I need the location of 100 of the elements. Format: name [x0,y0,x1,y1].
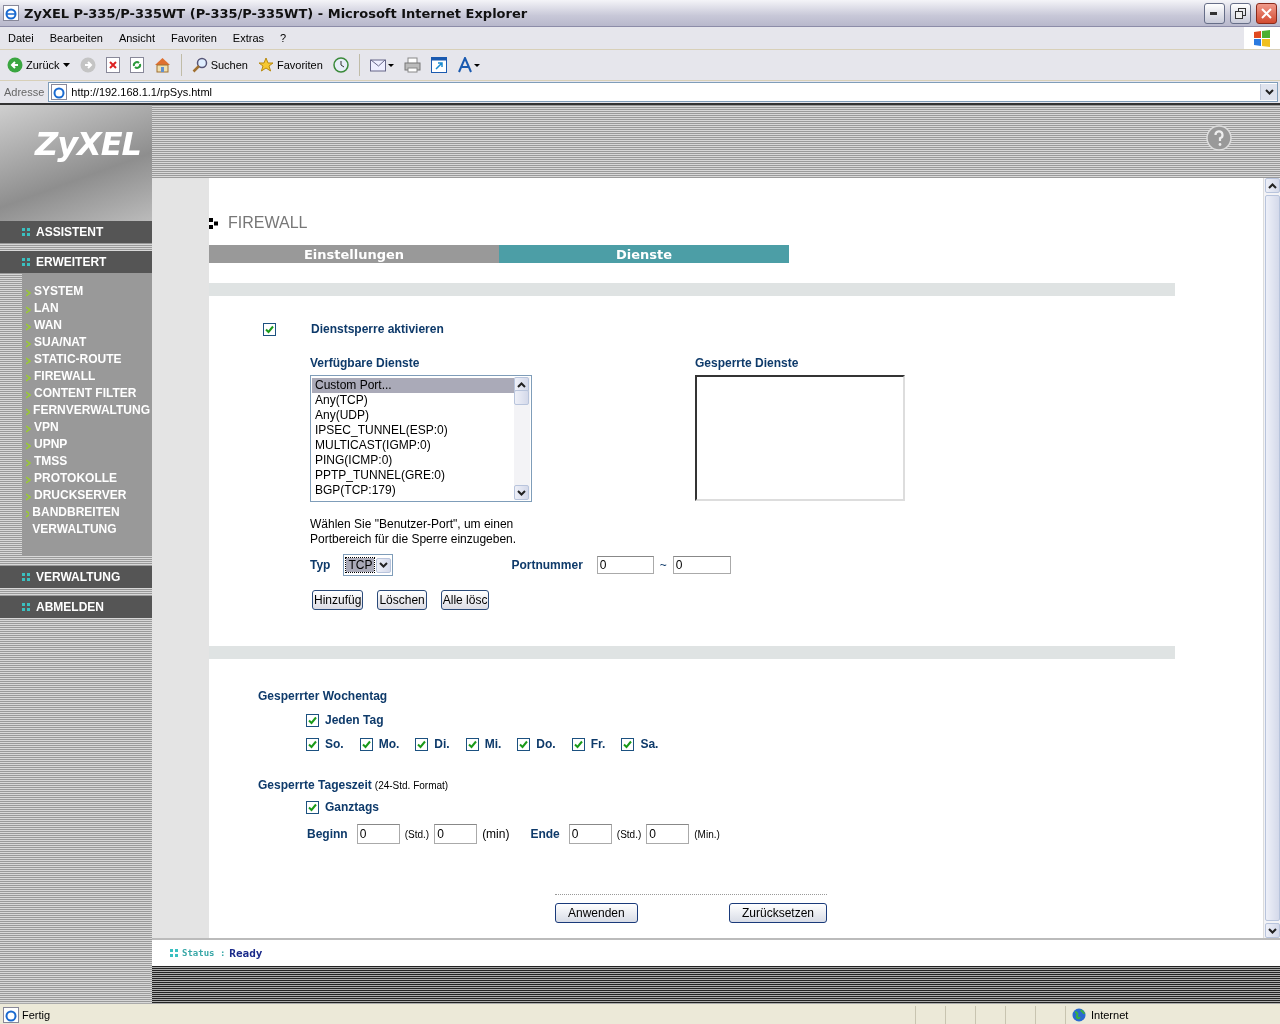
menu-item[interactable]: Bearbeiten [41,32,111,44]
refresh-icon[interactable] [129,57,144,73]
window-title: ZyXEL P-335/P-335WT (P-335/P-335WT) - Microsoft Internet Explorer [24,5,529,21]
checkbox[interactable] [465,737,479,751]
list-action-button[interactable]: Alle lösc [440,590,490,610]
toolbar-button[interactable]: Favoriten [254,55,326,75]
scroll-thumb[interactable] [514,390,529,405]
checkbox[interactable] [517,737,531,751]
bullet-icon [22,573,30,581]
checkbox[interactable] [359,737,373,751]
list-action-button[interactable]: Löschen [377,590,427,610]
nav-section[interactable]: ASSISTENT [0,221,152,243]
globe-icon [1072,1008,1086,1022]
list-item[interactable]: PING(ICMP:0) [312,453,514,468]
unit-label: (Min.) [694,828,720,840]
list-item[interactable]: Any(UDP) [312,408,514,423]
search-icon[interactable] [191,57,208,73]
begin-label: Beginn [307,827,348,841]
checkbox-label: Sa. [640,737,659,751]
services-listbox[interactable]: Custom Port... Any(TCP) Any(UDP) IPSEC_TUNNEL(ESP:0) MULTICAST(IGMP:0) PING(ICMP:0) PPTP_TUNNEL(GRE:0) BGP(TCP:179) [310,375,532,502]
menu-item[interactable]: Ansicht [110,32,163,44]
unit-label: (Std.) [616,828,642,840]
list-action-button[interactable]: Hinzufüg [312,590,364,610]
restore-icon [1235,7,1246,19]
list-item[interactable]: IPSEC_TUNNEL(ESP:0) [312,423,514,438]
arrow-bullet-icon [209,217,218,229]
minimize-button[interactable] [1204,2,1225,24]
hint-text: Wählen Sie "Benutzer-Port", um einen Portbereich für die Sperre einzugeben. [310,517,518,547]
checkbox[interactable] [621,737,635,751]
end-hour-field[interactable]: 0 [568,824,612,844]
type-select[interactable]: TCP [343,554,394,576]
range-separator: ~ [659,558,667,572]
checkbox-label: Di. [434,737,450,751]
checkbox[interactable] [306,737,319,751]
list-item[interactable]: Custom Port... [312,378,514,393]
list-item[interactable]: PPTP_TUNNEL(GRE:0) [312,468,514,483]
bullet-icon [22,228,30,236]
checkbox-label: Dienstsperre aktivieren [311,322,444,336]
nav-section[interactable]: VERWALTUNG [0,566,152,588]
address-field[interactable]: http://192.168.1.1/rpSys.html [48,82,1278,102]
checkbox[interactable] [571,737,585,751]
list-heading: Verfügbare Dienste [310,356,421,370]
toolbar-button[interactable]: Suchen [188,55,251,75]
checkbox[interactable] [415,737,429,751]
scroll-up-icon[interactable] [517,381,526,388]
form-action-button[interactable]: Anwenden [555,903,638,923]
port-to-field[interactable]: 0 [672,556,731,574]
checkbox-label: Mo. [378,737,400,751]
section-heading: Gesperrter Wochentag [258,689,389,703]
begin-minute-field[interactable]: 0 [434,824,478,844]
minimize-icon [1210,11,1219,15]
begin-hour-field[interactable]: 0 [356,824,400,844]
menu-item[interactable]: Datei [0,32,42,44]
stop-icon[interactable] [105,57,120,73]
unit-label: (Std.) [404,828,430,840]
list-heading: Gesperrte Dienste [695,356,800,370]
restore-button[interactable] [1230,2,1251,24]
history-clock-icon[interactable] [332,57,349,73]
checkbox-label: Mi. [484,737,502,751]
port-from-field[interactable]: 0 [596,556,654,574]
address-label: Adresse [4,86,45,98]
mail-envelope-icon[interactable] [369,57,394,73]
bullet-icon [22,258,30,266]
frame-scrollbar[interactable] [1263,178,1280,938]
new-window-icon[interactable] [430,57,447,73]
browser-logo-icon [3,5,19,21]
section-heading: Gesperrte Tageszeit [258,778,372,792]
toolbar-button[interactable]: Zurück [4,55,73,75]
bullet-icon [22,603,30,611]
page-icon [51,84,68,100]
home-icon[interactable] [153,57,171,73]
scroll-down-icon[interactable] [517,489,526,496]
form-action-button[interactable]: Zurücksetzen [728,903,827,923]
checkbox-label: So. [325,737,344,751]
printer-icon[interactable] [403,57,421,73]
checkbox-label: Fr. [590,737,606,751]
page-icon [3,1007,19,1023]
checkbox[interactable] [306,713,319,727]
star-icon[interactable] [257,57,274,73]
scroll-up-icon[interactable] [1267,182,1277,189]
menu-item[interactable]: ? [272,32,295,44]
format-note: (24-Std. Format) [374,779,449,791]
end-minute-field[interactable]: 0 [646,824,690,844]
close-button[interactable] [1256,2,1277,24]
menu-item[interactable]: Favoriten [163,32,225,44]
browser-status-text: Fertig [22,1009,52,1021]
list-item[interactable]: BGP(TCP:179) [312,483,514,498]
checkbox[interactable] [263,322,276,336]
text-size-icon[interactable] [456,57,481,73]
menu-item[interactable]: Extras [224,32,273,44]
list-item[interactable]: Any(TCP) [312,393,514,408]
scroll-down-icon[interactable] [1267,927,1277,934]
bullet-icon [170,949,178,957]
list-item[interactable]: MULTICAST(IGMP:0) [312,438,514,453]
unit-label: (min) [482,827,510,841]
caret-icon[interactable] [62,63,70,67]
blocked-services-listbox[interactable] [695,375,905,501]
checkbox[interactable] [306,800,319,814]
nav-section[interactable]: ERWEITERT [0,251,152,273]
nav-section[interactable]: ABMELDEN [0,596,152,618]
